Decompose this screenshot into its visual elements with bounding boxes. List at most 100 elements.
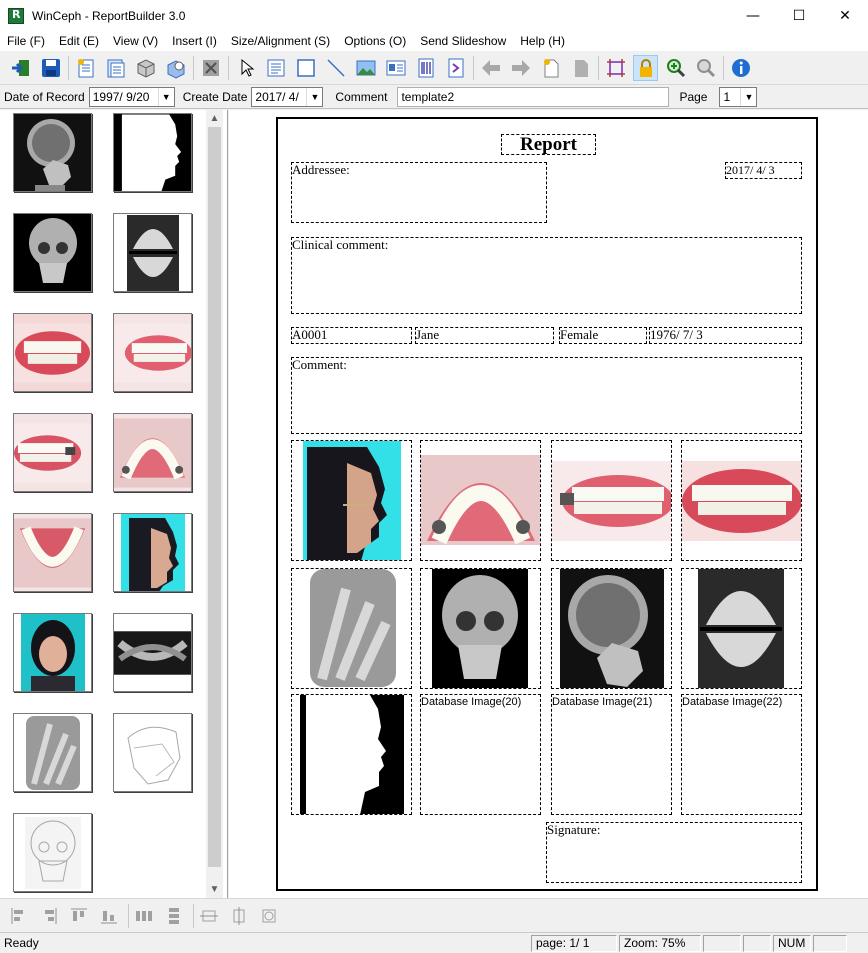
clinical-comment-box[interactable]: Clinical comment:: [291, 237, 802, 314]
thumbnail-dental-model-occlusal[interactable]: [113, 213, 192, 292]
import-icon[interactable]: [163, 55, 188, 81]
signature-box[interactable]: Signature:: [546, 822, 802, 883]
report-image-upper-arch[interactable]: [420, 440, 541, 561]
thumbnail-panoramic-xray[interactable]: [113, 613, 192, 692]
thumbnail-teeth-left-photo[interactable]: [13, 413, 92, 492]
thumbnail-silhouette-profile[interactable]: [113, 113, 192, 192]
send-icon[interactable]: [443, 55, 468, 81]
menu-file[interactable]: File (F): [0, 31, 52, 51]
align-right-icon[interactable]: [38, 905, 60, 927]
create-date-select[interactable]: 2017/ 4/ ▼: [251, 86, 324, 107]
exit-icon[interactable]: [8, 55, 33, 81]
zoom-out-icon[interactable]: [693, 55, 718, 81]
report-image-skull-frontal[interactable]: [420, 568, 541, 689]
menu-options[interactable]: Options (O): [337, 31, 413, 51]
report-image-hand-xray[interactable]: [291, 568, 412, 689]
id-card-icon[interactable]: [383, 55, 408, 81]
save-icon[interactable]: [38, 55, 63, 81]
menu-send-slideshow[interactable]: Send Slideshow: [413, 31, 513, 51]
report-date-box[interactable]: 2017/ 4/ 3: [725, 162, 802, 179]
patient-sex-box[interactable]: Female: [559, 327, 647, 344]
info-icon[interactable]: [728, 55, 753, 81]
template-icon[interactable]: [103, 55, 128, 81]
minimize-button[interactable]: —: [730, 0, 776, 31]
page-icon[interactable]: [568, 55, 593, 81]
menu-view[interactable]: View (V): [106, 31, 165, 51]
space-horizontal-icon[interactable]: [133, 905, 155, 927]
thumbnail-skull-frontal-xray[interactable]: [13, 213, 92, 292]
chevron-down-icon[interactable]: ▼: [306, 87, 322, 106]
database-image-21-box[interactable]: Database Image(21): [551, 694, 672, 815]
thumbnail-scrollbar[interactable]: ▲ ▼: [206, 110, 223, 898]
line-icon[interactable]: [323, 55, 348, 81]
zoom-in-icon[interactable]: [663, 55, 688, 81]
patient-name-box[interactable]: Jane: [415, 327, 554, 344]
barcode-icon[interactable]: [413, 55, 438, 81]
chevron-down-icon[interactable]: ▼: [157, 87, 174, 106]
date-of-record-value: 1997/ 9/20: [92, 89, 150, 104]
new-report-icon[interactable]: [73, 55, 98, 81]
crop-icon[interactable]: [603, 55, 628, 81]
delete-icon[interactable]: [198, 55, 223, 81]
comment-field[interactable]: template2: [397, 86, 670, 107]
report-image-teeth-frontal[interactable]: [681, 440, 802, 561]
align-left-icon[interactable]: [8, 905, 30, 927]
new-page-icon[interactable]: [538, 55, 563, 81]
align-top-icon[interactable]: [68, 905, 90, 927]
thumbnail-face-frontal-photo[interactable]: [13, 613, 92, 692]
space-vertical-icon[interactable]: [163, 905, 185, 927]
menu-edit[interactable]: Edit (E): [52, 31, 106, 51]
scroll-up-icon[interactable]: ▲: [206, 110, 223, 127]
lock-icon[interactable]: [633, 54, 658, 81]
main-toolbar: [0, 51, 868, 85]
scrollbar-thumb[interactable]: [208, 127, 221, 867]
thumbnail-skull-lateral-xray[interactable]: [13, 113, 92, 192]
box-icon[interactable]: [133, 55, 158, 81]
report-image-face-profile[interactable]: [291, 440, 412, 561]
thumbnail-hand-wrist-xray[interactable]: [13, 713, 92, 792]
same-width-icon[interactable]: [198, 905, 220, 927]
thumbnail-teeth-right-photo[interactable]: [113, 313, 192, 392]
silhouette-profile-image: [306, 695, 386, 814]
menu-help[interactable]: Help (H): [513, 31, 572, 51]
report-image-dental-model[interactable]: [681, 568, 802, 689]
database-image-20-box[interactable]: Database Image(20): [420, 694, 541, 815]
scroll-down-icon[interactable]: ▼: [206, 881, 223, 898]
menu-insert[interactable]: Insert (I): [165, 31, 224, 51]
chevron-down-icon[interactable]: ▼: [740, 87, 756, 106]
comment-box[interactable]: Comment:: [291, 357, 802, 434]
addressee-box[interactable]: Addressee:: [291, 162, 547, 223]
patient-id-box[interactable]: A0001: [291, 327, 412, 344]
pointer-icon[interactable]: [233, 55, 258, 81]
arrow-right-icon[interactable]: [508, 55, 533, 81]
face-frontal-image: [20, 614, 85, 691]
text-box-icon[interactable]: [263, 55, 288, 81]
ceph-tracing-image: [126, 726, 181, 785]
page-select[interactable]: 1 ▼: [719, 86, 758, 107]
toolbar-separator: [193, 55, 194, 80]
database-image-22-box[interactable]: Database Image(22): [681, 694, 802, 815]
thumbnail-teeth-frontal-photo[interactable]: [13, 313, 92, 392]
thumbnail-lower-arch-photo[interactable]: [13, 513, 92, 592]
report-image-teeth-left[interactable]: [551, 440, 672, 561]
same-size-icon[interactable]: [258, 905, 280, 927]
date-of-record-select[interactable]: 1997/ 9/20 ▼: [88, 86, 175, 107]
thumbnail-skull-tracing[interactable]: [13, 813, 92, 892]
report-image-silhouette[interactable]: [291, 694, 412, 815]
status-zoom: Zoom: 75%: [619, 935, 701, 952]
patient-dob-box[interactable]: 1976/ 7/ 3: [649, 327, 802, 344]
report-image-skull-lateral[interactable]: [551, 568, 672, 689]
report-title[interactable]: Report: [501, 134, 596, 155]
rectangle-icon[interactable]: [293, 55, 318, 81]
same-height-icon[interactable]: [228, 905, 250, 927]
menu-size-alignment[interactable]: Size/Alignment (S): [224, 31, 337, 51]
close-button[interactable]: ✕: [822, 0, 868, 31]
arrow-left-icon[interactable]: [478, 55, 503, 81]
thumbnail-ceph-tracing[interactable]: [113, 713, 192, 792]
image-icon[interactable]: [353, 55, 378, 81]
thumbnail-face-profile-photo[interactable]: [113, 513, 192, 592]
align-bottom-icon[interactable]: [98, 905, 120, 927]
face-profile-photo: [303, 441, 401, 560]
thumbnail-upper-arch-photo[interactable]: [113, 413, 192, 492]
maximize-button[interactable]: ☐: [776, 0, 822, 31]
